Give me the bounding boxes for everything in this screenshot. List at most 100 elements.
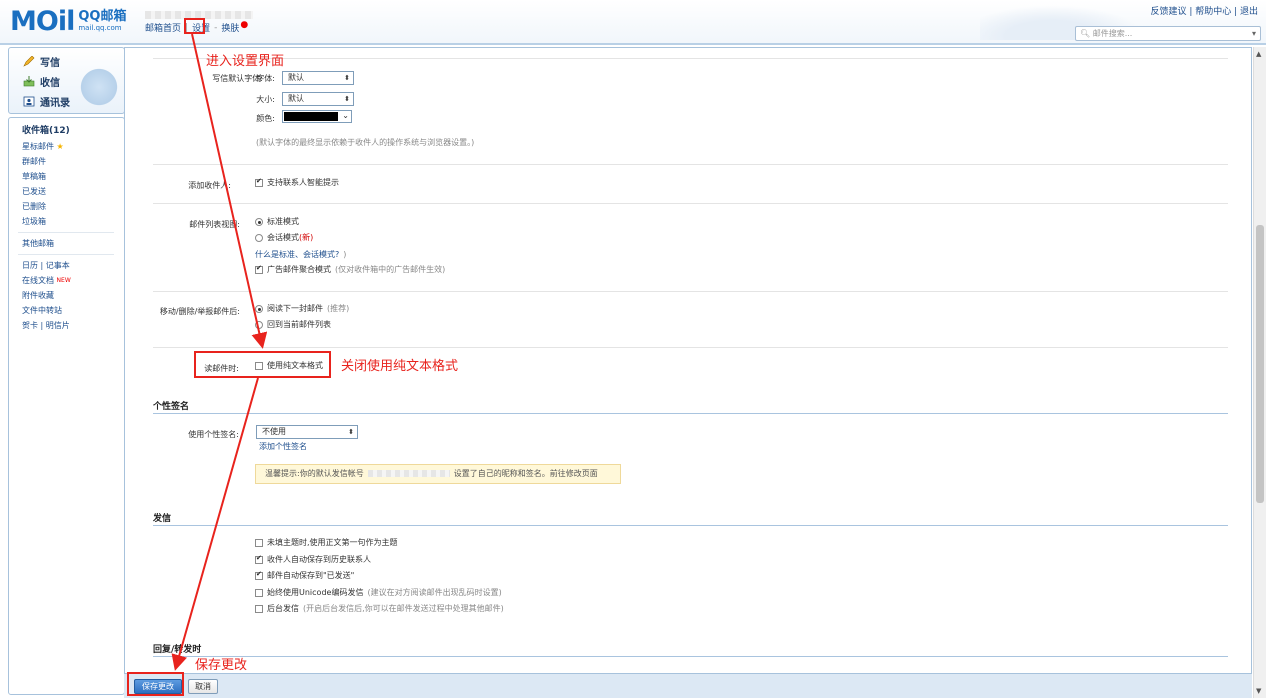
receive-button[interactable]: 收信 bbox=[23, 74, 60, 89]
font-face-label: 字体: bbox=[256, 74, 275, 83]
send-checkbox-3[interactable] bbox=[255, 588, 263, 597]
contacts-button[interactable]: 通讯录 bbox=[23, 94, 70, 109]
ad-merge-option[interactable]: 广告邮件聚合模式(仅对收件箱中的广告邮件生效) bbox=[255, 264, 445, 275]
search-dropdown-icon[interactable]: ▾ bbox=[1252, 27, 1256, 40]
standard-mode-option[interactable]: 标准模式 bbox=[255, 216, 299, 227]
divider bbox=[153, 291, 1228, 292]
quick-actions-panel: 写信 收信 通讯录 bbox=[8, 47, 125, 114]
star-icon: ★ bbox=[56, 142, 64, 151]
logo-domain-text: mail.qq.com bbox=[78, 24, 122, 32]
top-right-links[interactable]: 反馈建议 | 帮助中心 | 退出 bbox=[1150, 4, 1258, 17]
send-option-4[interactable]: 后台发信 (开启后台发信后,你可以在邮件发送过程中处理其他邮件) bbox=[255, 603, 504, 614]
font-note: (默认字体的最终显示依赖于收件人的操作系统与浏览器设置。) bbox=[256, 138, 475, 147]
folder-sent[interactable]: 已发送 bbox=[22, 184, 124, 199]
read-next-radio[interactable] bbox=[255, 304, 263, 313]
calendar-link[interactable]: 日历 bbox=[22, 261, 38, 270]
search-icon: 🔍︎ bbox=[1080, 29, 1091, 38]
cards-link[interactable]: 贺卡 bbox=[22, 321, 38, 330]
folder-inbox[interactable]: 收件箱(12) bbox=[22, 124, 124, 139]
tools-cards: 贺卡 | 明信片 bbox=[22, 321, 70, 330]
annotation-box-save bbox=[127, 672, 184, 696]
new-badge: NEW bbox=[56, 277, 71, 284]
folder-other-mailbox[interactable]: 其他邮箱 bbox=[22, 236, 124, 251]
scroll-up-arrow-icon[interactable]: ▲ bbox=[1256, 50, 1261, 58]
updown-arrow-icon: ⬍ bbox=[344, 74, 350, 82]
send-checkbox-1[interactable] bbox=[255, 554, 263, 564]
send-option-3[interactable]: 始终使用Unicode编码发信 (建议在对方阅读邮件出现乱码时设置) bbox=[255, 587, 502, 598]
section-divider bbox=[153, 413, 1228, 414]
file-transfer-link[interactable]: 文件中转站 bbox=[22, 303, 124, 318]
section-divider bbox=[153, 656, 1228, 657]
smart-contact-checkbox[interactable] bbox=[255, 177, 263, 187]
font-size-label: 大小: bbox=[256, 95, 275, 104]
send-checkbox-4[interactable] bbox=[255, 604, 263, 613]
logo-mail-text: MOil bbox=[10, 5, 75, 37]
scrollbar-thumb[interactable] bbox=[1256, 225, 1264, 503]
add-signature-link[interactable]: 添加个性签名 bbox=[259, 441, 307, 452]
folder-drafts[interactable]: 草稿箱 bbox=[22, 169, 124, 184]
folder-deleted[interactable]: 已删除 bbox=[22, 199, 124, 214]
font-face-select[interactable]: 默认 ⬍ bbox=[282, 71, 354, 85]
conversation-mode-option[interactable]: 会话模式 (新) bbox=[255, 232, 313, 243]
new-dot-icon: ● bbox=[240, 19, 249, 30]
left-sidebar: 写信 收信 通讯录 收件箱(12) 星标邮件 ★ 群邮件 草稿箱 已发送 已删除… bbox=[4, 47, 125, 695]
back-to-list-option[interactable]: 回到当前邮件列表 bbox=[255, 319, 331, 330]
page-scrollbar[interactable]: ▲ ▼ bbox=[1253, 47, 1266, 698]
nav-skin-link[interactable]: 换肤 bbox=[221, 21, 239, 34]
compose-button[interactable]: 写信 bbox=[23, 54, 60, 69]
folder-spam[interactable]: 垃圾箱 bbox=[22, 214, 124, 229]
send-checkbox-2[interactable] bbox=[255, 570, 263, 580]
docs-link[interactable]: 在线文档 NEW bbox=[22, 273, 124, 288]
standard-mode-radio[interactable] bbox=[255, 217, 263, 226]
notes-link[interactable]: 记事本 bbox=[46, 261, 70, 270]
list-view-label: 邮件列表视图: bbox=[189, 220, 240, 229]
attachments-link[interactable]: 附件收藏 bbox=[22, 288, 124, 303]
divider bbox=[153, 164, 1228, 165]
divider bbox=[153, 347, 1228, 348]
color-swatch bbox=[284, 112, 338, 121]
divider bbox=[153, 58, 1228, 59]
back-to-list-radio[interactable] bbox=[255, 320, 263, 329]
font-color-label: 颜色: bbox=[256, 114, 275, 123]
qq-mail-logo[interactable]: MOil QQ邮箱 mail.qq.com bbox=[10, 5, 127, 37]
mode-help-link[interactable]: 什么是标准、会话模式? bbox=[255, 249, 339, 260]
updown-arrow-icon: ⬍ bbox=[348, 428, 354, 436]
cancel-button[interactable]: 取消 bbox=[188, 679, 218, 694]
signature-select[interactable]: 不使用 ⬍ bbox=[256, 425, 358, 439]
folder-list: 收件箱(12) 星标邮件 ★ 群邮件 草稿箱 已发送 已删除 垃圾箱 其他邮箱 … bbox=[8, 117, 125, 695]
qq-mascot-image bbox=[78, 66, 120, 108]
section-divider bbox=[153, 525, 1228, 526]
mail-search-input[interactable]: 🔍︎ 邮件搜索... ▾ bbox=[1075, 26, 1261, 41]
send-checkbox-0[interactable] bbox=[255, 538, 263, 547]
conversation-mode-radio[interactable] bbox=[255, 233, 263, 242]
font-color-picker[interactable]: ⌄ bbox=[282, 110, 352, 123]
annotation-save-changes: 保存更改 bbox=[195, 658, 248, 673]
send-option-1[interactable]: 收件人自动保存到历史联系人 bbox=[255, 554, 371, 565]
postcards-link[interactable]: 明信片 bbox=[46, 321, 70, 330]
folder-starred[interactable]: 星标邮件 ★ bbox=[22, 139, 124, 154]
chevron-down-icon: ⌄ bbox=[342, 111, 349, 120]
folder-divider bbox=[18, 232, 114, 233]
mode-help: 什么是标准、会话模式?) bbox=[255, 249, 347, 260]
nav-home-link[interactable]: 邮箱首页 bbox=[145, 21, 181, 34]
annotation-disable-plain-text: 关闭使用纯文本格式 bbox=[341, 359, 459, 374]
updown-arrow-icon: ⬍ bbox=[344, 95, 350, 103]
send-option-0[interactable]: 未填主题时,使用正文第一句作为主题 bbox=[255, 537, 398, 548]
send-option-2[interactable]: 邮件自动保存到"已发送" bbox=[255, 570, 354, 581]
folder-group[interactable]: 群邮件 bbox=[22, 154, 124, 169]
tools-calendar-notes: 日历 | 记事本 bbox=[22, 261, 70, 270]
smart-contact-option[interactable]: 支持联系人智能提示 bbox=[255, 177, 339, 188]
read-next-option[interactable]: 阅读下一封邮件 (推荐) bbox=[255, 303, 349, 314]
blurred-account bbox=[367, 470, 450, 477]
font-size-select[interactable]: 默认 ⬍ bbox=[282, 92, 354, 106]
inbox-icon bbox=[23, 76, 35, 87]
logo-cn-text: QQ邮箱 bbox=[78, 9, 127, 24]
annotation-box-settings bbox=[184, 18, 205, 34]
pencil-icon bbox=[23, 55, 35, 67]
scroll-down-arrow-icon[interactable]: ▼ bbox=[1256, 687, 1261, 695]
bottom-action-bar: 保存更改 取消 bbox=[124, 673, 1252, 698]
annotation-enter-settings: 进入设置界面 bbox=[206, 54, 285, 69]
ad-merge-checkbox[interactable] bbox=[255, 264, 263, 274]
annotation-box-plain-text bbox=[194, 351, 331, 378]
send-section-title: 发信 bbox=[153, 514, 172, 524]
